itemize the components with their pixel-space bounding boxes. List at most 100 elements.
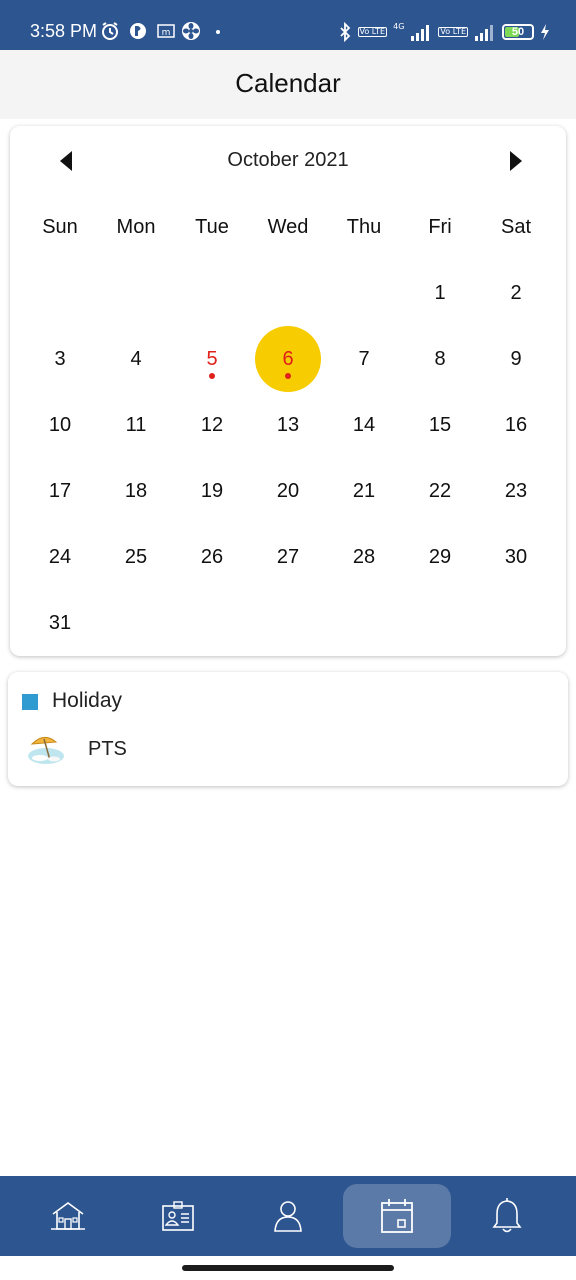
charging-icon bbox=[541, 24, 549, 40]
day-number: 23 bbox=[504, 479, 528, 502]
volte-badge-1: Vo LTE bbox=[357, 27, 388, 37]
status-right: Vo LTE 4G Vo LTE 50 bbox=[338, 21, 550, 43]
id-card-icon bbox=[162, 1201, 194, 1231]
bell-icon bbox=[492, 1198, 522, 1233]
svg-text:m: m bbox=[162, 28, 171, 38]
network-type: 4G bbox=[393, 21, 405, 31]
day-number: 15 bbox=[428, 413, 452, 436]
legend-card: Holiday PTS bbox=[8, 672, 568, 786]
calendar-card: October 2021 Sun Mon Tue Wed Thu Fri Sat… bbox=[10, 126, 566, 656]
calendar-day[interactable]: 16 bbox=[478, 392, 554, 458]
fan-icon bbox=[182, 22, 200, 40]
beach-umbrella-icon bbox=[28, 737, 64, 764]
event-dot bbox=[285, 373, 291, 379]
day-number: 20 bbox=[276, 479, 300, 502]
volte-badge-2: Vo LTE bbox=[438, 27, 468, 37]
day-number: 3 bbox=[54, 347, 66, 370]
calendar-day[interactable]: 2 bbox=[478, 260, 554, 326]
weekday-header: Sun Mon Tue Wed Thu Fri Sat bbox=[22, 194, 554, 260]
calendar-empty-cell bbox=[326, 260, 402, 326]
day-number: 2 bbox=[510, 281, 522, 304]
calendar-day[interactable]: 23 bbox=[478, 458, 554, 524]
day-number: 19 bbox=[200, 479, 224, 502]
calendar-day[interactable]: 24 bbox=[22, 524, 98, 590]
calendar-day-selected[interactable]: 6 bbox=[250, 326, 326, 392]
calendar-empty-cell bbox=[98, 590, 174, 656]
calendar-empty-cell bbox=[402, 590, 478, 656]
calendar-day[interactable]: 5 bbox=[174, 326, 250, 392]
page-title: Calendar bbox=[235, 68, 341, 98]
calendar-day[interactable]: 10 bbox=[22, 392, 98, 458]
day-number: 25 bbox=[124, 545, 148, 568]
weekday-label: Sat bbox=[500, 215, 532, 238]
bottom-navigation bbox=[0, 1176, 576, 1256]
day-number: 8 bbox=[434, 347, 446, 370]
calendar-empty-cell bbox=[326, 590, 402, 656]
calendar-day[interactable]: 22 bbox=[402, 458, 478, 524]
calendar-week-row: 24 25 26 27 28 29 30 bbox=[22, 524, 554, 590]
weekday-label: Wed bbox=[267, 215, 309, 238]
calendar-day[interactable]: 7 bbox=[326, 326, 402, 392]
bluetooth-icon bbox=[339, 22, 350, 42]
day-number: 24 bbox=[48, 545, 72, 568]
day-number: 6 bbox=[282, 347, 294, 370]
calendar-day[interactable]: 29 bbox=[402, 524, 478, 590]
calendar-day[interactable]: 30 bbox=[478, 524, 554, 590]
day-number: 26 bbox=[200, 545, 224, 568]
battery-icon: 50 bbox=[502, 24, 534, 40]
calendar-empty-cell bbox=[478, 590, 554, 656]
calendar-day[interactable]: 21 bbox=[326, 458, 402, 524]
day-number: 28 bbox=[352, 545, 376, 568]
calendar-day[interactable]: 4 bbox=[98, 326, 174, 392]
calendar-week-row: 31 bbox=[22, 590, 554, 656]
legend-event-name: PTS bbox=[88, 738, 127, 760]
calendar-day[interactable]: 8 bbox=[402, 326, 478, 392]
month-label: October 2021 bbox=[227, 149, 349, 171]
calendar-empty-cell bbox=[174, 260, 250, 326]
calendar-day[interactable]: 31 bbox=[22, 590, 98, 656]
weekday-label: Thu bbox=[346, 215, 382, 238]
calendar-day[interactable]: 18 bbox=[98, 458, 174, 524]
nav-profile[interactable] bbox=[234, 1184, 342, 1248]
weekday-label: Sun bbox=[42, 215, 78, 238]
calendar-day[interactable]: 9 bbox=[478, 326, 554, 392]
user-icon bbox=[274, 1201, 302, 1232]
day-number: 22 bbox=[428, 479, 452, 502]
m-notification-icon: m bbox=[157, 24, 175, 38]
calendar-day[interactable]: 15 bbox=[402, 392, 478, 458]
day-number: 21 bbox=[352, 479, 376, 502]
calendar-day[interactable]: 28 bbox=[326, 524, 402, 590]
calendar-week-row: 10 11 12 13 14 15 16 bbox=[22, 392, 554, 458]
calendar-day[interactable]: 25 bbox=[98, 524, 174, 590]
calendar-day[interactable]: 13 bbox=[250, 392, 326, 458]
day-number: 7 bbox=[358, 347, 370, 370]
calendar-day[interactable]: 3 bbox=[22, 326, 98, 392]
calendar-day[interactable]: 19 bbox=[174, 458, 250, 524]
calendar-day[interactable]: 26 bbox=[174, 524, 250, 590]
signal-icon bbox=[411, 25, 430, 41]
day-number: 29 bbox=[428, 545, 452, 568]
calendar-day[interactable]: 17 bbox=[22, 458, 98, 524]
nav-calendar[interactable] bbox=[343, 1184, 451, 1248]
nav-id-card[interactable] bbox=[124, 1184, 232, 1248]
nav-home[interactable] bbox=[14, 1184, 122, 1248]
calendar-week-row: 12 bbox=[22, 260, 554, 326]
day-number: 5 bbox=[206, 347, 218, 370]
app-bar: Calendar bbox=[0, 50, 576, 119]
day-number: 9 bbox=[510, 347, 522, 370]
day-number: 31 bbox=[48, 611, 72, 634]
calendar-icon bbox=[381, 1199, 413, 1233]
calendar-day[interactable]: 20 bbox=[250, 458, 326, 524]
app-icon bbox=[130, 23, 146, 39]
day-number: 1 bbox=[434, 281, 446, 304]
day-number: 16 bbox=[504, 413, 528, 436]
gesture-handle bbox=[182, 1265, 394, 1271]
calendar-day[interactable]: 27 bbox=[250, 524, 326, 590]
calendar-day[interactable]: 11 bbox=[98, 392, 174, 458]
calendar-day[interactable]: 12 bbox=[174, 392, 250, 458]
next-month-button[interactable] bbox=[504, 148, 528, 174]
nav-notifications[interactable] bbox=[453, 1184, 561, 1248]
calendar-day[interactable]: 1 bbox=[402, 260, 478, 326]
legend-category-label: Holiday bbox=[52, 689, 123, 712]
calendar-day[interactable]: 14 bbox=[326, 392, 402, 458]
